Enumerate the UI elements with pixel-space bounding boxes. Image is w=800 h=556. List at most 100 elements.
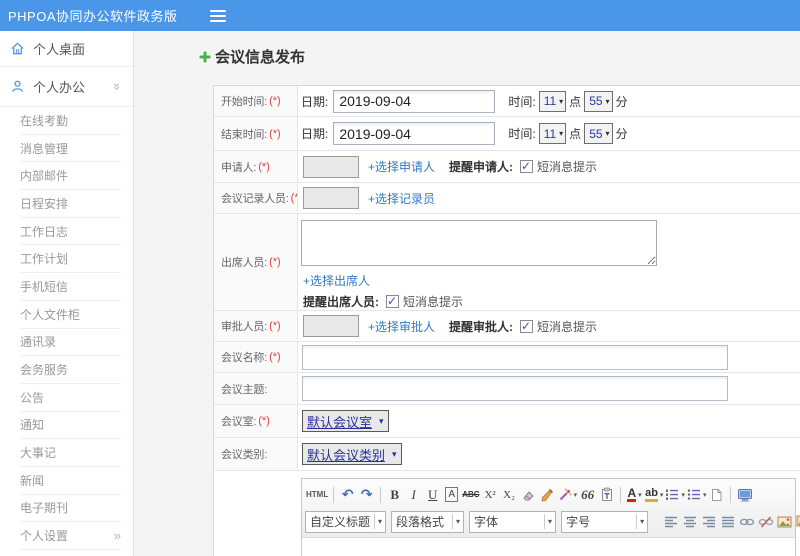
dropdown-arrow-icon: ▾	[379, 415, 384, 426]
app-logo[interactable]: PHPOA协同办公软件政务版	[0, 6, 178, 25]
sidebar-item-desktop[interactable]: 个人桌面	[0, 31, 133, 67]
sidebar-item-attendance[interactable]: 在线考勤	[20, 107, 121, 135]
sidebar-item-e-journal[interactable]: 电子期刊	[20, 495, 121, 523]
required-mark: (*)	[269, 320, 281, 332]
sms-label: 短消息提示	[537, 160, 598, 174]
attendees-textarea[interactable]	[301, 220, 657, 266]
start-hour-select[interactable]: 11 ▾	[538, 90, 567, 112]
minute-unit: 分	[615, 94, 628, 109]
subscript-button[interactable]: X₂	[501, 484, 518, 505]
italic-button[interactable]: I	[405, 484, 422, 505]
magic-wand-icon[interactable]: ▾	[558, 484, 577, 505]
rich-text-editor: HTML ↶ ↷ B I U A ABC X² X₂ ▾ 66 A ▾ ab ▾…	[301, 478, 800, 556]
align-right-icon[interactable]	[700, 511, 717, 532]
superscript-button[interactable]: X²	[482, 484, 499, 505]
meeting-name-input[interactable]	[302, 344, 728, 370]
sidebar-item-file-cabinet[interactable]: 个人文件柜	[20, 301, 121, 329]
end-minute-select[interactable]: 55 ▾	[584, 123, 613, 144]
sidebar-item-meeting-service[interactable]: 会务服务	[20, 356, 121, 384]
editor-content-area[interactable]	[302, 538, 795, 556]
field-label: 开始时间: (*)	[214, 86, 298, 116]
sidebar-item-notice[interactable]: 通知	[20, 412, 121, 440]
unordered-list-icon[interactable]: ▾	[687, 484, 706, 505]
undo-icon[interactable]: ↶	[339, 484, 356, 505]
field-label: 会议主题:	[214, 373, 298, 404]
sms-checkbox[interactable]	[520, 319, 534, 333]
sidebar-item-personal-settings[interactable]: 个人设置»	[20, 522, 121, 550]
field-value: +选择记录员	[298, 183, 800, 213]
sidebar-item-news[interactable]: 新闻	[20, 467, 121, 495]
heading-select[interactable]: 自定义标题 ▾	[305, 510, 387, 533]
field-value: 默认会议类别 ▾	[298, 438, 800, 470]
unlink-icon[interactable]	[757, 511, 774, 532]
sms-label: 短消息提示	[537, 319, 598, 334]
start-minute-select[interactable]: 55 ▾	[584, 90, 613, 112]
image-icon[interactable]	[776, 511, 793, 532]
dropdown-arrow-icon: ▾	[638, 491, 642, 499]
insert-image-icon[interactable]	[795, 511, 800, 532]
meeting-room-select[interactable]: 默认会议室 ▾	[302, 410, 389, 432]
toolbar-separator	[333, 486, 335, 503]
underline-button[interactable]: U	[424, 484, 441, 505]
paste-icon[interactable]	[598, 484, 615, 505]
recorder-input[interactable]	[303, 187, 359, 209]
redo-icon[interactable]: ↷	[358, 484, 375, 505]
meeting-category-select[interactable]: 默认会议类别 ▾	[302, 443, 402, 465]
select-recorder-link[interactable]: +选择记录员	[368, 190, 435, 207]
approver-input[interactable]	[303, 315, 359, 337]
remind-approver-label: 提醒审批人:	[449, 319, 514, 334]
char-border-button[interactable]: A	[445, 487, 459, 502]
html-source-button[interactable]: HTML	[306, 484, 328, 505]
fullscreen-icon[interactable]	[736, 484, 753, 505]
new-page-icon[interactable]	[708, 484, 725, 505]
sidebar-submenu: 在线考勤 消息管理 内部邮件 日程安排 工作日志 工作计划 手机短信 个人文件柜…	[0, 107, 133, 550]
sidebar-item-announcement[interactable]: 公告	[20, 384, 121, 412]
font-size-select[interactable]: 字号 ▾	[561, 510, 649, 533]
field-value: +选择出席人 提醒出席人员: 短消息提示	[298, 214, 800, 310]
sidebar-item-messages[interactable]: 消息管理	[20, 135, 121, 163]
align-left-icon[interactable]	[662, 511, 679, 532]
strikethrough-button[interactable]: ABC	[462, 484, 479, 505]
blockquote-button[interactable]: 66	[579, 484, 596, 505]
sidebar-item-work-plan[interactable]: 工作计划	[20, 245, 121, 274]
format-brush-icon[interactable]	[539, 484, 556, 505]
select-attendee-link[interactable]: +选择出席人	[303, 272, 370, 289]
sidebar-item-schedule[interactable]: 日程安排	[20, 190, 121, 218]
sms-checkbox[interactable]	[386, 294, 399, 308]
justify-icon[interactable]	[719, 511, 736, 532]
sidebar-item-contacts[interactable]: 通讯录	[20, 329, 121, 357]
sidebar-item-supervise[interactable]: 督查督办 »	[0, 550, 133, 556]
dropdown-arrow-icon: ▾	[681, 491, 685, 499]
link-icon[interactable]	[738, 511, 755, 532]
highlight-color-icon[interactable]: ab	[645, 487, 658, 502]
form-row-start-time: 开始时间:(*) 日期: 时间: 11▾ 点 55▾ 分	[214, 86, 800, 117]
sidebar-item-work-log[interactable]: 工作日志	[20, 218, 121, 246]
minute-unit: 分	[615, 127, 628, 141]
end-date-input[interactable]	[333, 122, 496, 145]
sidebar-item-sms[interactable]: 手机短信	[20, 273, 121, 301]
ordered-list-icon[interactable]: ▾	[665, 484, 685, 505]
sidebar-item-events[interactable]: 大事记	[20, 439, 121, 467]
field-value: 默认会议室 ▾	[298, 405, 800, 437]
paragraph-format-select[interactable]: 段落格式 ▾	[391, 510, 465, 533]
dropdown-arrow-icon: ▾	[605, 96, 610, 106]
select-applicant-link[interactable]: +选择申请人	[368, 158, 435, 175]
font-color-icon[interactable]: A	[627, 487, 637, 502]
dropdown-arrow-icon: ▾	[605, 129, 610, 138]
font-select[interactable]: 字体 ▾	[469, 510, 557, 533]
form-row-meeting-topic: 会议主题:	[214, 373, 800, 405]
meeting-form: 开始时间:(*) 日期: 时间: 11▾ 点 55▾ 分 结束时间:(*) 日期…	[213, 85, 800, 556]
start-date-input[interactable]	[333, 89, 496, 113]
align-center-icon[interactable]	[681, 511, 698, 532]
bold-button[interactable]: B	[386, 484, 403, 505]
eraser-icon[interactable]	[520, 484, 537, 505]
sms-checkbox[interactable]	[520, 159, 534, 173]
menu-icon[interactable]	[209, 9, 226, 22]
meeting-topic-input[interactable]	[302, 376, 728, 401]
sidebar-item-office[interactable]: 个人办公 »	[0, 67, 133, 107]
applicant-input[interactable]	[303, 155, 359, 178]
chevron-right-icon: »	[113, 528, 121, 544]
sidebar-item-internal-mail[interactable]: 内部邮件	[20, 162, 121, 191]
end-hour-select[interactable]: 11 ▾	[538, 123, 567, 144]
select-approver-link[interactable]: +选择审批人	[368, 318, 435, 335]
